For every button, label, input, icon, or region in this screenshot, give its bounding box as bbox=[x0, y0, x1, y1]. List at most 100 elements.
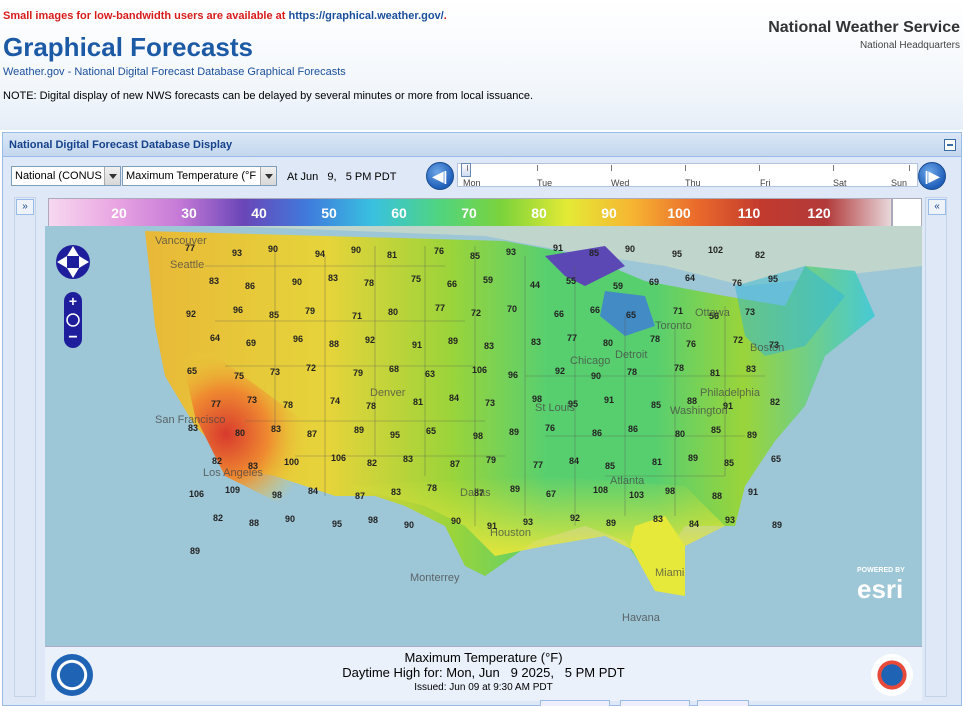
collapse-panel-button[interactable] bbox=[944, 139, 956, 151]
panel-header: National Digital Forecast Database Displ… bbox=[3, 133, 961, 157]
temperature-value: 75 bbox=[411, 274, 421, 284]
zoom-out-icon[interactable]: − bbox=[68, 329, 77, 346]
temperature-value: 78 bbox=[650, 334, 660, 344]
zoom-in-icon[interactable]: + bbox=[69, 293, 77, 309]
temperature-value: 109 bbox=[225, 485, 240, 495]
expand-left-button[interactable]: » bbox=[16, 199, 34, 215]
temperature-value: 95 bbox=[672, 249, 682, 259]
time-slider-handle[interactable] bbox=[461, 163, 471, 177]
powered-by-label: POWERED BY bbox=[857, 567, 905, 574]
forecast-map[interactable]: 77 93 90 94 90 81 76 85 93 91 85 90 95 102 82 83 86 90 83 7… bbox=[45, 226, 922, 646]
element-select[interactable]: Maximum Temperature (°F bbox=[122, 166, 277, 186]
temperature-value: 72 bbox=[306, 363, 316, 373]
temperature-value: 88 bbox=[329, 339, 339, 349]
city-label: Monterrey bbox=[410, 572, 460, 584]
temperature-value: 88 bbox=[249, 518, 259, 528]
city-label: Ottawa bbox=[695, 307, 731, 319]
temperature-value: 73 bbox=[270, 367, 280, 377]
rewind-icon: ◀| bbox=[432, 168, 448, 184]
bottom-tab[interactable] bbox=[620, 700, 690, 706]
map-caption: Maximum Temperature (°F) Daytime High fo… bbox=[45, 646, 922, 701]
temperature-value: 79 bbox=[305, 306, 315, 316]
fast-forward-icon: |▶ bbox=[924, 168, 940, 184]
slider-tick bbox=[909, 165, 910, 171]
temperature-value: 78 bbox=[366, 401, 376, 411]
low-bandwidth-link[interactable]: https://graphical.weather.gov/ bbox=[288, 10, 443, 22]
temperature-value: 73 bbox=[485, 398, 495, 408]
temperature-value: 83 bbox=[531, 337, 541, 347]
temperature-value: 87 bbox=[450, 459, 460, 469]
low-bandwidth-text: Small images for low-bandwidth users are… bbox=[3, 10, 289, 22]
temperature-value: 77 bbox=[435, 303, 445, 313]
temperature-value: 91 bbox=[748, 487, 758, 497]
temperature-value: 85 bbox=[651, 400, 661, 410]
org-subtitle: National Headquarters bbox=[859, 40, 960, 51]
temperature-value: 69 bbox=[246, 338, 256, 348]
low-bandwidth-end: . bbox=[443, 10, 447, 22]
temperature-value: 79 bbox=[486, 455, 496, 465]
legend-label: 60 bbox=[391, 205, 407, 221]
legend-label: 110 bbox=[737, 205, 761, 221]
temperature-value: 90 bbox=[292, 277, 302, 287]
bottom-tab[interactable] bbox=[540, 700, 610, 706]
slider-tick bbox=[537, 165, 538, 171]
slider-tick bbox=[833, 165, 834, 171]
temperature-value: 85 bbox=[589, 248, 599, 258]
temperature-value: 88 bbox=[712, 491, 722, 501]
breadcrumb-separator: - bbox=[64, 66, 75, 78]
city-label: St Louis bbox=[535, 402, 575, 414]
temperature-value: 71 bbox=[673, 306, 683, 316]
temperature-value: 92 bbox=[570, 513, 580, 523]
temperature-value: 79 bbox=[353, 368, 363, 378]
temperature-value: 89 bbox=[448, 336, 458, 346]
temperature-value: 90 bbox=[268, 244, 278, 254]
temperature-value: 98 bbox=[272, 490, 282, 500]
temperature-legend: 20 30 40 50 60 70 80 90 100 110 120 bbox=[48, 198, 892, 227]
bottom-tab[interactable] bbox=[697, 700, 749, 706]
temperature-value: 44 bbox=[530, 280, 540, 290]
temperature-value: 90 bbox=[451, 516, 461, 526]
legend-swatch-blank bbox=[892, 198, 922, 227]
day-label: Fri bbox=[760, 178, 771, 188]
temperature-value: 100 bbox=[284, 457, 299, 467]
legend-label: 30 bbox=[181, 205, 197, 221]
temperature-value: 106 bbox=[331, 453, 346, 463]
temperature-value: 84 bbox=[308, 486, 318, 496]
temperature-value: 63 bbox=[425, 369, 435, 379]
city-label: Washington bbox=[670, 405, 728, 417]
expand-right-button[interactable]: « bbox=[928, 199, 946, 215]
breadcrumb-page-link[interactable]: National Digital Forecast Database Graph… bbox=[74, 66, 345, 78]
temperature-value: 80 bbox=[603, 338, 613, 348]
temperature-value: 98 bbox=[473, 431, 483, 441]
temperature-value: 82 bbox=[755, 250, 765, 260]
element-select-value: Maximum Temperature (°F bbox=[126, 170, 257, 182]
temperature-value: 83 bbox=[271, 424, 281, 434]
city-label: Atlanta bbox=[610, 475, 645, 487]
temperature-value: 106 bbox=[189, 489, 204, 499]
breadcrumb-home-link[interactable]: Weather.gov bbox=[3, 66, 65, 78]
legend-label: 90 bbox=[601, 205, 617, 221]
temperature-value: 80 bbox=[675, 429, 685, 439]
city-label: Philadelphia bbox=[700, 387, 761, 399]
left-side-panel bbox=[14, 197, 36, 697]
temperature-value: 73 bbox=[745, 307, 755, 317]
next-time-button[interactable]: |▶ bbox=[918, 162, 946, 190]
temperature-value: 66 bbox=[554, 309, 564, 319]
previous-time-button[interactable]: ◀| bbox=[426, 162, 454, 190]
map-navigation-control[interactable]: + − bbox=[53, 234, 93, 354]
temperature-value: 85 bbox=[724, 458, 734, 468]
city-label: Dallas bbox=[460, 487, 491, 499]
region-select[interactable]: National (CONUS bbox=[11, 166, 121, 186]
temperature-value: 77 bbox=[533, 460, 543, 470]
temperature-value: 83 bbox=[209, 276, 219, 286]
page-title: Graphical Forecasts bbox=[3, 32, 253, 62]
temperature-value: 76 bbox=[732, 278, 742, 288]
temperature-value: 83 bbox=[653, 514, 663, 524]
temperature-value: 67 bbox=[546, 489, 556, 499]
slider-tick bbox=[759, 165, 760, 171]
map-canvas: 77 93 90 94 90 81 76 85 93 91 85 90 95 102 82 83 86 90 83 7… bbox=[45, 226, 922, 646]
valid-time-label: At Jun 9, 5 PM PDT bbox=[287, 171, 397, 183]
temperature-value: 65 bbox=[771, 454, 781, 464]
temperature-value: 102 bbox=[708, 245, 723, 255]
temperature-value: 81 bbox=[710, 368, 720, 378]
